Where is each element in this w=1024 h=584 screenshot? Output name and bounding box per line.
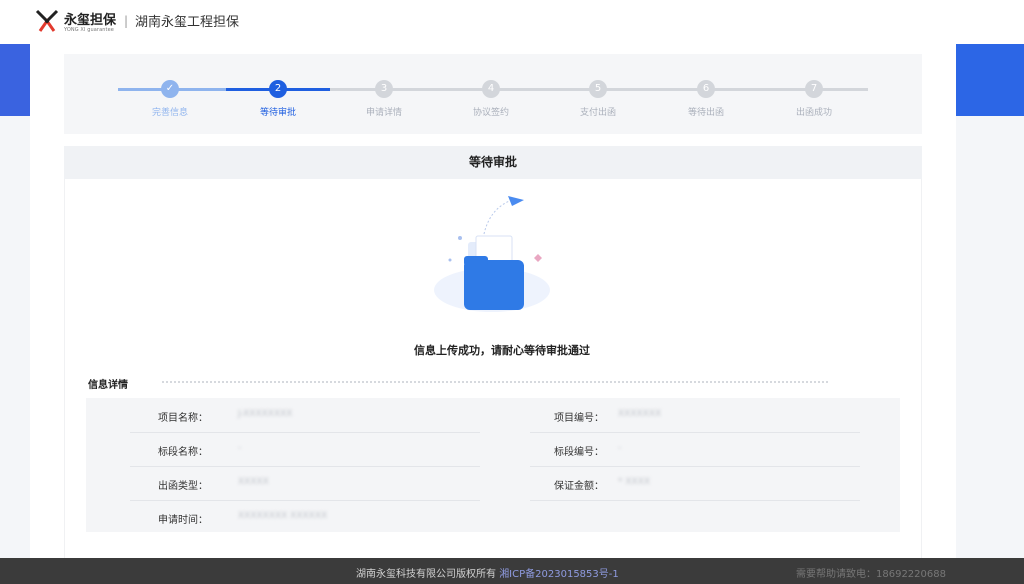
section-no-value: - <box>618 443 622 453</box>
brand-name: 永玺担保 <box>64 13 117 28</box>
step-3-label: 申请详情 <box>365 108 402 118</box>
apply-time-value: XXXXXXXX XXXXXX <box>238 511 328 521</box>
step-5-circle: 5 <box>589 80 607 98</box>
icp-link[interactable]: 湘ICP备2023015853号-1 <box>499 569 619 580</box>
step-2-label: 等待审批 <box>259 108 296 118</box>
step-7-label: 出函成功 <box>795 108 832 118</box>
section-no-label: 标段编号： <box>554 447 604 458</box>
step-7-circle: 7 <box>805 80 823 98</box>
project-name-value: J-XXXXXXXX <box>238 409 293 419</box>
step-4-circle: 4 <box>482 80 500 98</box>
letter-type-value: XXXXX <box>238 477 269 487</box>
top-header: 永玺担保 YONG XI guarantee | 湖南永玺工程担保 <box>0 0 1024 44</box>
field-underline <box>530 500 860 501</box>
guarantee-amount-label: 保证金额： <box>554 481 604 492</box>
project-name-label: 项目名称： <box>158 413 208 424</box>
company-name: 湖南永玺工程担保 <box>135 15 240 30</box>
section-name-label: 标段名称： <box>158 447 208 458</box>
step-2-circle: 2 <box>269 80 287 98</box>
field-underline <box>530 466 860 467</box>
page-footer: 湖南永玺科技有限公司版权所有 湘ICP备2023015853号-1 需要帮助请致… <box>0 558 1024 584</box>
folder-upload-illustration-icon <box>434 196 550 312</box>
field-underline <box>130 500 480 501</box>
field-underline <box>130 466 480 467</box>
footer-copyright: 湖南永玺科技有限公司版权所有 <box>356 569 496 580</box>
apply-time-label: 申请时间： <box>158 515 208 526</box>
step-3-circle: 3 <box>375 80 393 98</box>
header-separator: | <box>124 14 129 28</box>
guarantee-amount-value: * XXXX <box>618 477 651 487</box>
step-1-check-icon: ✓ <box>161 80 179 98</box>
info-section-title: 信息详情 <box>88 380 128 391</box>
brand-subtitle: YONG XI guarantee <box>64 27 114 33</box>
success-message: 信息上传成功，请耐心等待审批通过 <box>414 344 590 357</box>
field-underline <box>530 432 860 433</box>
logo-icon <box>35 9 59 32</box>
project-no-value: XXXXXXX <box>618 409 662 419</box>
step-6-label: 等待出函 <box>687 108 724 118</box>
step-5-label: 支付出函 <box>579 108 616 118</box>
project-no-label: 项目编号： <box>554 413 604 424</box>
letter-type-label: 出函类型： <box>158 481 208 492</box>
step-6-circle: 6 <box>697 80 715 98</box>
right-side-area <box>956 116 1024 558</box>
info-details-box <box>86 398 900 532</box>
step-1-label: 完善信息 <box>151 108 188 118</box>
step-4-label: 协议签约 <box>472 108 509 118</box>
section-name-value: - <box>238 443 242 453</box>
section-divider <box>162 381 828 383</box>
panel-title: 等待审批 <box>64 146 922 179</box>
footer-copyright-line: 湖南永玺科技有限公司版权所有 湘ICP备2023015853号-1 <box>356 565 619 580</box>
left-accent-panel <box>0 44 30 116</box>
left-side-area <box>0 116 30 558</box>
right-accent-panel <box>956 44 1024 116</box>
field-underline <box>130 432 480 433</box>
help-phone: 需要帮助请致电：18692220688 <box>796 569 946 580</box>
